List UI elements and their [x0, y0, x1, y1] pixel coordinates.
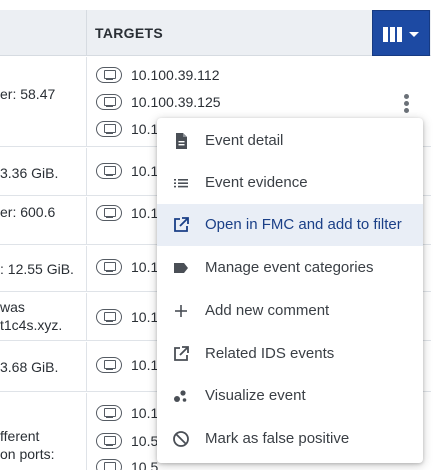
description-cell: was: [0, 299, 25, 315]
target-ip: 10.100.39.112: [131, 67, 220, 83]
host-icon: [96, 309, 122, 325]
table-header: TARGETS: [0, 10, 431, 56]
column-picker-button[interactable]: [372, 10, 430, 56]
target-ip: 10.1: [131, 357, 159, 373]
target-item[interactable]: 10.5: [96, 457, 158, 470]
description-cell: 3.68 GiB.: [0, 359, 59, 375]
menu-item-related-ids[interactable]: Related IDS events: [157, 333, 423, 375]
description-cell: er: 58.47: [0, 86, 56, 102]
target-item[interactable]: 10.100.39.112: [96, 65, 220, 85]
target-ip: 10.1: [131, 121, 159, 137]
host-icon: [96, 67, 122, 83]
menu-item-visualize[interactable]: Visualize event: [157, 375, 423, 417]
menu-item-label: Related IDS events: [205, 345, 335, 362]
bubble-icon: [174, 390, 187, 402]
event-context-menu: Event detail Event evidence Open in FMC …: [157, 118, 423, 463]
target-ip: 10.1: [131, 405, 159, 421]
menu-item-event-evidence[interactable]: Event evidence: [157, 162, 423, 204]
target-item[interactable]: 10.1: [96, 403, 158, 423]
more-actions-icon[interactable]: [404, 94, 410, 114]
menu-item-label: Event evidence: [205, 174, 308, 191]
description-cell: fferent: [0, 428, 40, 444]
target-ip: 10.1: [131, 205, 159, 221]
description-cell: 3.36 GiB.: [0, 165, 59, 181]
target-item[interactable]: 10.1: [96, 119, 158, 139]
target-item[interactable]: 10.1: [96, 257, 158, 277]
columns-icon: [383, 27, 403, 42]
host-icon: [96, 433, 122, 449]
target-ip: 10.1: [131, 163, 159, 179]
host-icon: [96, 405, 122, 421]
target-item[interactable]: 10.1: [96, 203, 158, 223]
description-cell: er: 600.6: [0, 204, 56, 220]
menu-item-event-detail[interactable]: Event detail: [157, 120, 423, 162]
target-ip: 10.100.39.125: [131, 94, 221, 110]
caret-down-icon: [409, 32, 419, 37]
host-icon: [96, 459, 122, 470]
target-ip: 10.5: [131, 433, 159, 449]
menu-item-label: Mark as false positive: [205, 430, 350, 447]
column-divider: [86, 10, 87, 56]
external-link-icon: [174, 346, 189, 361]
label-tag-icon: [174, 263, 188, 273]
target-item[interactable]: 10.5: [96, 431, 158, 451]
description-cell: t1c4s.xyz.: [0, 317, 63, 333]
targets-column-header[interactable]: TARGETS: [95, 25, 163, 41]
menu-item-label: Add new comment: [205, 302, 330, 319]
external-link-icon: [174, 217, 189, 232]
description-cell: on ports:: [0, 446, 55, 462]
menu-item-open-in-fmc[interactable]: Open in FMC and add to filter: [157, 204, 423, 246]
target-ip: 10.5: [131, 459, 159, 470]
host-icon: [96, 94, 122, 110]
menu-item-false-positive[interactable]: Mark as false positive: [157, 418, 423, 460]
target-ip: 10.1: [131, 309, 159, 325]
description-cell: : 12.55 GiB.: [0, 261, 74, 277]
host-icon: [96, 205, 122, 221]
target-ip: 10.1: [131, 259, 159, 275]
plus-icon: [175, 305, 187, 317]
host-icon: [96, 259, 122, 275]
target-item[interactable]: 10.1: [96, 307, 158, 327]
target-item[interactable]: 10.100.39.125: [96, 92, 221, 112]
list-icon: [174, 179, 188, 188]
host-icon: [96, 357, 122, 373]
document-icon: [176, 133, 187, 149]
menu-item-label: Visualize event: [205, 387, 306, 404]
menu-item-label: Manage event categories: [205, 259, 374, 276]
target-item[interactable]: 10.1: [96, 355, 158, 375]
menu-item-label: Event detail: [205, 132, 284, 149]
menu-item-manage-categories[interactable]: Manage event categories: [157, 247, 423, 289]
menu-item-add-comment[interactable]: Add new comment: [157, 290, 423, 332]
host-icon: [96, 121, 122, 137]
menu-item-label: Open in FMC and add to filter: [205, 216, 402, 233]
target-item[interactable]: 10.1: [96, 161, 158, 181]
host-icon: [96, 163, 122, 179]
block-icon: [173, 431, 189, 447]
